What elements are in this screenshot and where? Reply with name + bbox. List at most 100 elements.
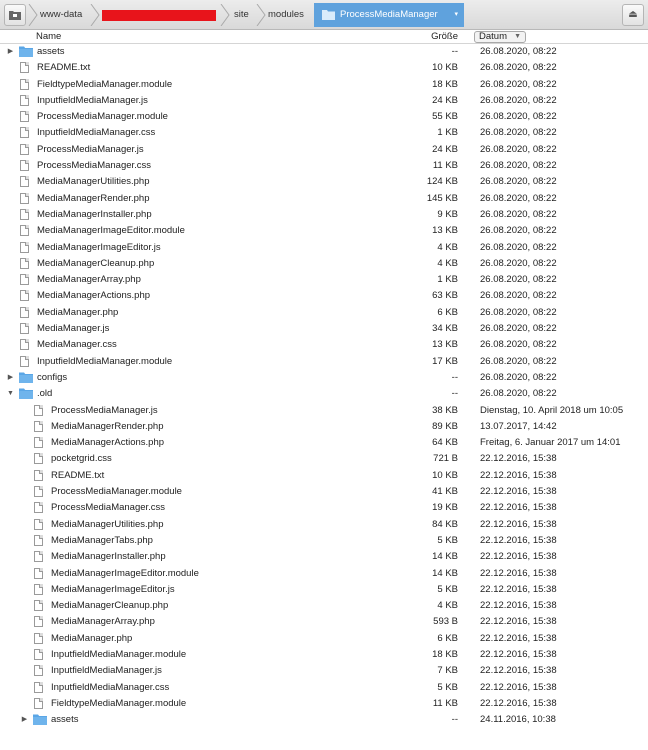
- item-date: 26.08.2020, 08:22: [480, 62, 557, 74]
- file-row[interactable]: ProcessMediaManager.js 24 KB 26.08.2020, 0…: [0, 142, 648, 158]
- file-row[interactable]: InputfieldMediaManager.module 17 KB 26.08.…: [0, 354, 648, 370]
- item-date: 22.12.2016, 15:38: [480, 697, 557, 709]
- item-size: 55 KB: [432, 111, 458, 123]
- file-row[interactable]: ProcessMediaManager.css 19 KB 22.12.2016, …: [0, 500, 648, 516]
- file-icon: [33, 665, 45, 677]
- file-row[interactable]: MediaManager.php 6 KB 22.12.2016, 15:38: [0, 631, 648, 647]
- item-date: 22.12.2016, 15:38: [480, 600, 557, 612]
- file-icon: [33, 502, 45, 514]
- file-row[interactable]: ProcessMediaManager.module 55 KB 26.08.202…: [0, 109, 648, 125]
- disclosure-collapsed-icon[interactable]: ▶: [6, 44, 15, 60]
- file-row[interactable]: MediaManager.php 6 KB 26.08.2020, 08:22: [0, 305, 648, 321]
- item-size: --: [451, 46, 458, 57]
- item-name: MediaManager.css: [37, 339, 117, 351]
- disclosure-expanded-icon[interactable]: ▼: [6, 386, 15, 402]
- file-icon: [19, 306, 31, 319]
- file-row[interactable]: FieldtypeMediaManager.module 11 KB 22.12.2…: [0, 696, 648, 712]
- item-name: ProcessMediaManager.css: [37, 160, 152, 172]
- file-row[interactable]: MediaManager.js 34 KB 26.08.2020, 08:22: [0, 321, 648, 337]
- file-row[interactable]: MediaManagerCleanup.php 4 KB 22.12.2016, 1…: [0, 598, 648, 614]
- file-row[interactable]: InputfieldMediaManager.js 7 KB 22.12.2016,…: [0, 663, 648, 679]
- item-size: 5 KB: [437, 534, 458, 546]
- folder-row[interactable]: ▶ configs -- 26.08.2020, 08:22: [0, 370, 648, 386]
- breadcrumb-site[interactable]: site: [234, 4, 249, 26]
- item-size: 24 KB: [432, 94, 458, 106]
- item-name: InputfieldMediaManager.module: [37, 355, 173, 367]
- item-date: 26.08.2020, 08:22: [480, 355, 557, 367]
- item-size: 13 KB: [432, 225, 458, 237]
- folder-row[interactable]: ▼ .old -- 26.08.2020, 08:22: [0, 386, 648, 402]
- item-date: 26.08.2020, 08:22: [480, 225, 557, 237]
- item-name: InputfieldMediaManager.js: [37, 94, 148, 106]
- file-row[interactable]: MediaManagerInstaller.php 14 KB 22.12.2016…: [0, 549, 648, 565]
- item-date: 26.08.2020, 08:22: [480, 208, 557, 220]
- item-size: 721 B: [433, 453, 458, 465]
- file-row[interactable]: MediaManagerCleanup.php 4 KB 26.08.2020, 0…: [0, 256, 648, 272]
- file-icon: [33, 632, 45, 645]
- file-icon: [19, 241, 31, 254]
- file-row[interactable]: MediaManagerImageEditor.js 5 KB 22.12.2016…: [0, 582, 648, 598]
- file-icon: [19, 176, 31, 188]
- folder-row[interactable]: ▶ assets -- 26.08.2020, 08:22: [0, 44, 648, 60]
- item-date: 22.12.2016, 15:38: [480, 681, 557, 693]
- file-row[interactable]: MediaManagerRender.php 145 KB 26.08.2020, …: [0, 191, 648, 207]
- file-icon: [19, 323, 31, 335]
- file-icon: [33, 681, 45, 694]
- file-row[interactable]: MediaManagerInstaller.php 9 KB 26.08.2020,…: [0, 207, 648, 223]
- file-icon: [19, 192, 31, 205]
- file-row[interactable]: MediaManagerUtilities.php 124 KB 26.08.202…: [0, 174, 648, 190]
- folder-row[interactable]: ▶ assets -- 24.11.2016, 10:38: [0, 712, 648, 728]
- file-row[interactable]: MediaManagerUtilities.php 84 KB 22.12.2016…: [0, 517, 648, 533]
- file-row[interactable]: InputfieldMediaManager.js 24 KB 26.08.2020…: [0, 93, 648, 109]
- column-name[interactable]: Name: [36, 30, 61, 44]
- breadcrumb-www-data[interactable]: www-data: [40, 4, 82, 26]
- disclosure-collapsed-icon[interactable]: ▶: [6, 370, 15, 386]
- home-folder-icon: [9, 11, 21, 20]
- file-row[interactable]: MediaManagerActions.php 64 KB Freitag, 6. …: [0, 435, 648, 451]
- file-row[interactable]: ProcessMediaManager.css 11 KB 26.08.2020, …: [0, 158, 648, 174]
- file-icon: [19, 78, 31, 91]
- file-row[interactable]: MediaManagerImageEditor.module 13 KB 26.08…: [0, 223, 648, 239]
- item-date: 26.08.2020, 08:22: [480, 371, 557, 383]
- item-size: 38 KB: [432, 404, 458, 416]
- file-row[interactable]: InputfieldMediaManager.css 1 KB 26.08.2020…: [0, 125, 648, 141]
- item-date: 22.12.2016, 15:38: [480, 632, 557, 644]
- file-row[interactable]: MediaManagerArray.php 593 B 22.12.2016, 15…: [0, 614, 648, 630]
- file-row[interactable]: MediaManagerImageEditor.module 14 KB 22.12…: [0, 566, 648, 582]
- file-row[interactable]: ProcessMediaManager.module 41 KB 22.12.201…: [0, 484, 648, 500]
- file-icon: [33, 534, 45, 547]
- eject-button[interactable]: ⏏: [622, 4, 644, 26]
- file-row[interactable]: FieldtypeMediaManager.module 18 KB 26.08.2…: [0, 77, 648, 93]
- file-row[interactable]: MediaManager.css 13 KB 26.08.2020, 08:22: [0, 337, 648, 353]
- file-row[interactable]: README.txt 10 KB 22.12.2016, 15:38: [0, 468, 648, 484]
- item-date: 26.08.2020, 08:22: [480, 290, 557, 302]
- file-row[interactable]: MediaManagerActions.php 63 KB 26.08.2020, …: [0, 288, 648, 304]
- column-date[interactable]: Datum ▼: [474, 31, 526, 43]
- item-date: 22.12.2016, 15:38: [480, 616, 557, 628]
- file-row[interactable]: InputfieldMediaManager.css 5 KB 22.12.2016…: [0, 680, 648, 696]
- path-bar: www-data site modules ProcessMediaManage…: [0, 0, 648, 30]
- file-row[interactable]: MediaManagerTabs.php 5 KB 22.12.2016, 15:3…: [0, 533, 648, 549]
- file-row[interactable]: pocketgrid.css 721 B 22.12.2016, 15:38: [0, 451, 648, 467]
- file-icon: [19, 257, 31, 270]
- item-date: 22.12.2016, 15:38: [480, 648, 557, 660]
- folder-icon: [322, 10, 335, 20]
- file-icon: [33, 583, 45, 596]
- file-row[interactable]: README.txt 10 KB 26.08.2020, 08:22: [0, 60, 648, 76]
- item-date: 22.12.2016, 15:38: [480, 502, 557, 514]
- file-row[interactable]: MediaManagerImageEditor.js 4 KB 26.08.2020…: [0, 240, 648, 256]
- folder-icon: [19, 46, 33, 58]
- file-row[interactable]: ProcessMediaManager.js 38 KB Dienstag, 10.…: [0, 403, 648, 419]
- disclosure-collapsed-icon[interactable]: ▶: [20, 712, 29, 728]
- file-row[interactable]: MediaManagerRender.php 89 KB 13.07.2017, 1…: [0, 419, 648, 435]
- breadcrumb-modules[interactable]: modules: [268, 4, 304, 26]
- item-name: README.txt: [37, 62, 91, 74]
- item-date: 26.08.2020, 08:22: [480, 143, 557, 155]
- home-button[interactable]: [4, 4, 26, 26]
- breadcrumb-active[interactable]: ProcessMediaManager ▾: [314, 3, 464, 27]
- column-size[interactable]: Größe: [431, 30, 458, 44]
- file-row[interactable]: InputfieldMediaManager.module 18 KB 22.12.…: [0, 647, 648, 663]
- file-icon: [33, 600, 45, 612]
- file-row[interactable]: MediaManagerArray.php 1 KB 26.08.2020, 08:…: [0, 272, 648, 288]
- breadcrumb-separator-icon: [256, 4, 266, 26]
